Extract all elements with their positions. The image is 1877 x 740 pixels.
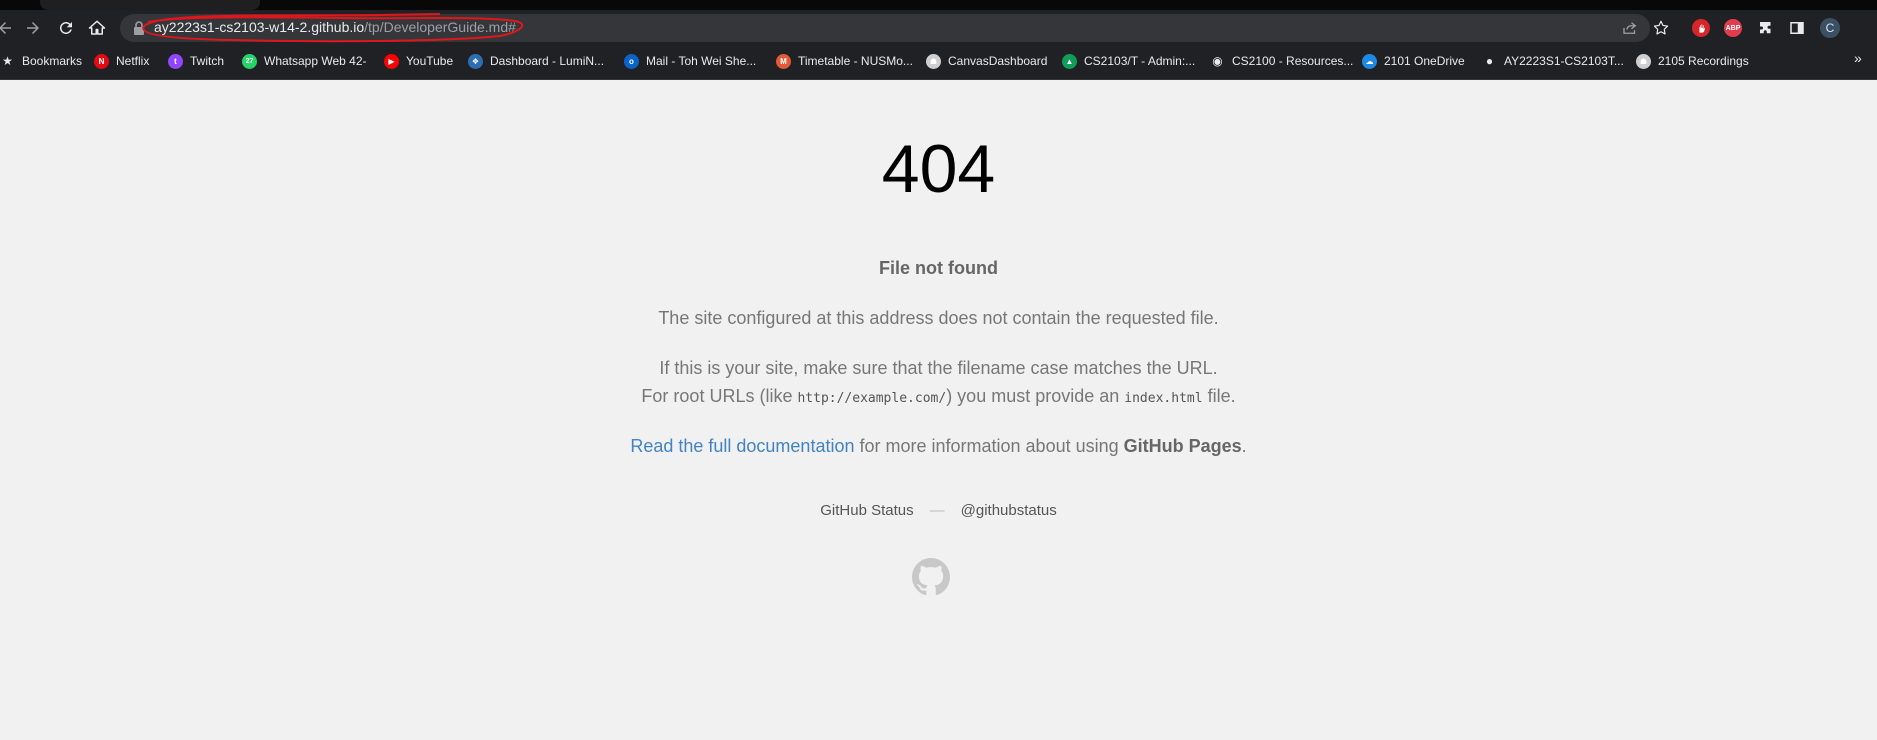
arrow-right-icon — [27, 22, 39, 34]
back-button[interactable] — [0, 17, 16, 39]
status-separator: — — [929, 502, 945, 519]
bookmark-item[interactable]: ◉ CS2100 - Resources... — [1210, 50, 1353, 72]
arrow-left-icon — [0, 22, 11, 34]
canvas-icon: ☗ — [926, 53, 941, 69]
tab-strip — [0, 0, 1877, 10]
bookmark-item[interactable]: o Mail - Toh Wei She... — [624, 50, 756, 72]
profile-avatar[interactable]: C — [1820, 18, 1840, 38]
bookmark-item[interactable]: ● AY2223S1-CS2103T... — [1482, 50, 1624, 72]
nusmods-icon: M — [776, 53, 791, 69]
bookmark-item[interactable]: ▲ CS2103/T - Admin:... — [1062, 50, 1195, 72]
hand-icon — [1698, 23, 1705, 33]
adblock-extension-icon[interactable]: ABP — [1724, 19, 1742, 37]
reload-icon — [59, 21, 72, 34]
star-outline-icon — [1653, 20, 1669, 35]
globe-icon: ◉ — [1212, 54, 1223, 68]
forward-button[interactable] — [22, 17, 44, 39]
avatar-letter: C — [1825, 21, 1835, 35]
puzzle-icon — [1760, 22, 1771, 34]
side-panel-icon — [1790, 22, 1804, 34]
bookmark-item[interactable]: ☁ 2101 OneDrive — [1362, 50, 1465, 72]
bookmark-label: Timetable - NUSMo... — [798, 54, 913, 68]
bookmark-item[interactable]: N Netflix — [94, 50, 149, 72]
help-line: If this is your site, make sure that the… — [659, 358, 1218, 378]
onedrive-icon: ☁ — [1362, 53, 1377, 69]
bookmark-label: CS2100 - Resources... — [1232, 54, 1354, 68]
bookmark-item[interactable]: ★ Bookmarks — [0, 50, 82, 72]
bookmark-label: 2101 OneDrive — [1384, 54, 1465, 68]
bookmark-label: Bookmarks — [22, 54, 83, 68]
status-links: GitHub Status — @githubstatus — [0, 502, 1877, 519]
root-url-text-post: file. — [1202, 386, 1236, 406]
netflix-icon: N — [94, 53, 109, 69]
description-line: The site configured at this address does… — [658, 308, 1219, 328]
share-button[interactable] — [1620, 18, 1640, 38]
home-button[interactable] — [86, 17, 108, 39]
bookmark-label: Twitch — [190, 54, 225, 68]
root-url-line: For root URLs (like http://example.com/)… — [0, 386, 1877, 407]
bookmark-label: Whatsapp Web 42- — [264, 54, 367, 68]
bookmark-item[interactable]: ❖ Dashboard - LumiN... — [468, 50, 604, 72]
root-url-text-pre: For root URLs (like — [641, 386, 798, 406]
bookmark-item[interactable]: 27 Whatsapp Web 42- — [242, 50, 367, 72]
stop-hand-extension-icon[interactable] — [1692, 19, 1710, 37]
docs-period: . — [1241, 436, 1247, 456]
index-html-code: index.html — [1124, 391, 1203, 406]
bookmark-label: Dashboard - LumiN... — [490, 54, 605, 68]
page-content: 404 File not found The site configured a… — [0, 80, 1877, 740]
github-status-link[interactable]: GitHub Status — [820, 502, 913, 519]
bookmark-item[interactable]: ☗ 2105 Recordings — [1636, 50, 1749, 72]
active-tab-edge[interactable] — [40, 0, 260, 10]
outlook-icon: o — [624, 53, 639, 69]
star-icon: ★ — [2, 54, 13, 68]
bookmark-label: 2105 Recordings — [1658, 54, 1749, 68]
red-scribble-annotation — [142, 13, 524, 43]
canvas-icon: ☗ — [1636, 53, 1651, 69]
documentation-link[interactable]: Read the full documentation — [630, 436, 854, 456]
youtube-icon: ▶ — [384, 53, 399, 69]
luminus-icon: ❖ — [468, 53, 483, 69]
docs-text: for more information about using — [854, 436, 1124, 456]
graduation-cap-icon: ▲ — [1062, 53, 1077, 69]
github-icon: ● — [1485, 54, 1494, 68]
github-pages-label: GitHub Pages — [1123, 436, 1242, 456]
bookmarks-overflow-button[interactable]: » — [1854, 50, 1862, 66]
example-url-code: http://example.com/ — [797, 391, 947, 406]
error-code: 404 — [881, 131, 996, 207]
share-icon — [1623, 22, 1637, 34]
bookmark-item[interactable]: ▶ YouTube — [384, 50, 453, 72]
root-url-text-mid: ) you must provide an — [946, 386, 1125, 406]
bookmark-label: Netflix — [116, 54, 150, 68]
bookmark-label: YouTube — [406, 54, 454, 68]
bookmark-item[interactable]: ☗ CanvasDashboard — [926, 50, 1047, 72]
docs-line: Read the full documentation for more inf… — [0, 436, 1877, 457]
extensions-button[interactable] — [1756, 18, 1776, 38]
bookmark-label: CanvasDashboard — [948, 54, 1048, 68]
error-headline: File not found — [879, 258, 998, 278]
side-panel-button[interactable] — [1787, 18, 1807, 38]
bookmark-label: CS2103/T - Admin:... — [1084, 54, 1196, 68]
bookmark-star-button[interactable] — [1651, 18, 1671, 38]
github-octocat-icon[interactable] — [912, 558, 950, 596]
reload-button[interactable] — [55, 17, 77, 39]
bookmark-label: Mail - Toh Wei She... — [646, 54, 757, 68]
home-icon — [88, 20, 106, 35]
githubstatus-twitter-link[interactable]: @githubstatus — [961, 502, 1057, 519]
twitch-icon: t — [168, 53, 183, 69]
bookmark-item[interactable]: t Twitch — [168, 50, 224, 72]
whatsapp-icon: 27 — [242, 53, 257, 69]
abp-label: ABP — [1725, 24, 1741, 32]
bookmark-label: AY2223S1-CS2103T... — [1504, 54, 1624, 68]
bookmark-item[interactable]: M Timetable - NUSMo... — [776, 50, 913, 72]
